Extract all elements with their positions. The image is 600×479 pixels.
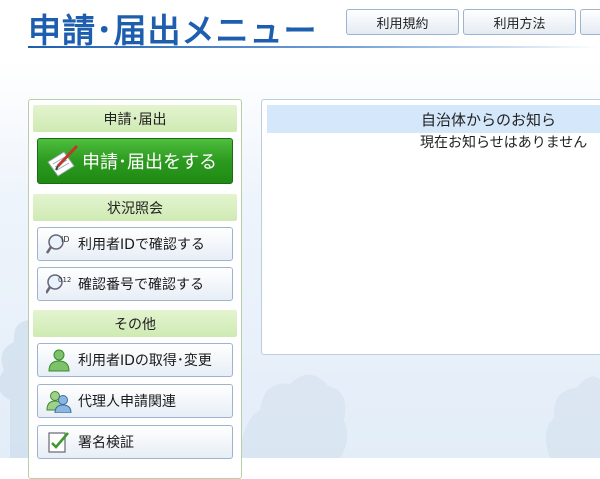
header: 申請･届出メニュー 利用規約 利用方法 (0, 0, 600, 56)
magnifier-012-icon: 012 (46, 272, 72, 296)
signature-verification-label: 署名検証 (78, 435, 134, 451)
apply-button-label: 申請･届出をする (82, 152, 217, 173)
two-users-icon (46, 389, 72, 413)
svg-text:012: 012 (58, 276, 71, 284)
terms-of-use-button[interactable]: 利用規約 (346, 9, 459, 35)
signature-verification-button[interactable]: 署名検証 (37, 425, 233, 459)
how-to-use-button[interactable]: 利用方法 (463, 9, 576, 35)
background-tree-right (545, 376, 600, 458)
magnifier-id-icon: ID (46, 232, 72, 256)
title-underline (28, 46, 600, 48)
check-by-user-id-button[interactable]: ID 利用者IDで確認する (37, 227, 233, 261)
check-by-confirmation-number-label: 確認番号で確認する (78, 277, 204, 293)
background-tree-center (240, 374, 348, 458)
page-title: 申請･届出メニュー (28, 11, 318, 50)
user-id-acquire-change-label: 利用者IDの取得･変更 (78, 353, 212, 369)
notice-body: 現在お知らせはありません (420, 135, 588, 151)
signature-check-icon (46, 430, 72, 454)
proxy-application-label: 代理人申請関連 (78, 394, 176, 410)
nav-button-3[interactable] (580, 9, 600, 35)
svg-text:ID: ID (61, 235, 70, 244)
apply-button[interactable]: 申請･届出をする (37, 138, 233, 184)
user-icon (46, 348, 72, 372)
section-header-application: 申請･届出 (33, 105, 237, 132)
user-id-acquire-change-button[interactable]: 利用者IDの取得･変更 (37, 343, 233, 377)
proxy-application-button[interactable]: 代理人申請関連 (37, 384, 233, 418)
section-header-status: 状況照会 (33, 194, 237, 221)
notice-title: 自治体からのお知ら (421, 110, 557, 129)
check-by-user-id-label: 利用者IDで確認する (78, 237, 205, 253)
side-menu: 申請･届出 申請･届出をする 状況照会 ID 利用者IDで確認する 012 確認… (28, 99, 242, 479)
section-header-other: その他 (33, 310, 237, 337)
pen-document-icon (44, 144, 78, 178)
notice-panel: 自治体からのお知ら 現在お知らせはありません (261, 99, 600, 355)
notice-header: 自治体からのお知ら (267, 105, 600, 133)
check-by-confirmation-number-button[interactable]: 012 確認番号で確認する (37, 267, 233, 301)
